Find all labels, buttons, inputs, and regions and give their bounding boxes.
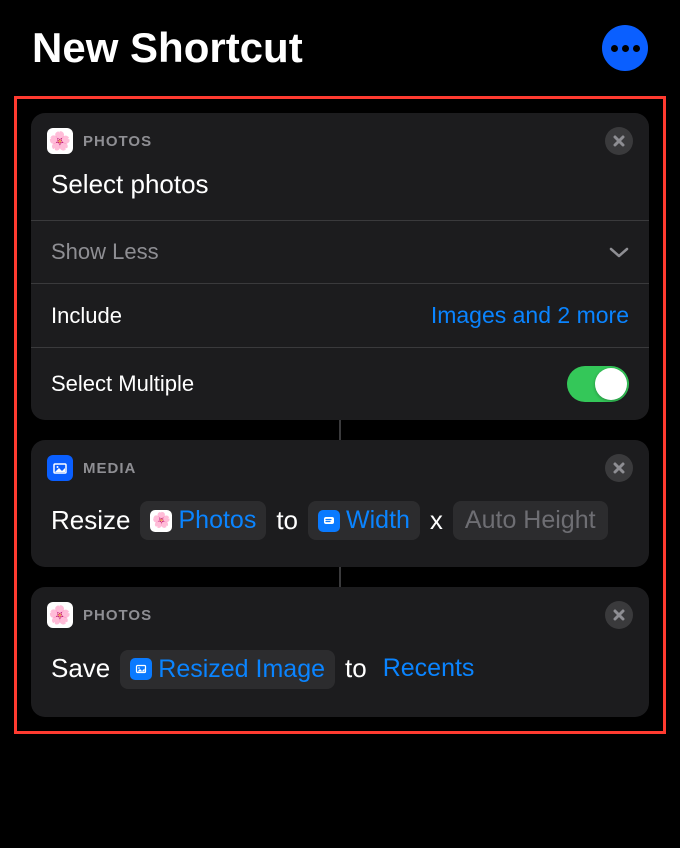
photos-app-icon: 🌸 xyxy=(47,128,73,154)
photos-variable-token[interactable]: 🌸 Photos xyxy=(140,501,266,540)
card-header: MEDIA xyxy=(31,440,649,490)
token-label: Width xyxy=(346,503,410,538)
header: New Shortcut xyxy=(0,0,680,88)
to-text: to xyxy=(276,496,298,545)
action-body: Save Resized Image to Recents xyxy=(31,637,649,717)
x-text: x xyxy=(430,496,443,545)
show-less-row[interactable]: Show Less xyxy=(31,220,649,283)
action-card-resize: MEDIA Resize 🌸 Photos to Width x Auto He… xyxy=(31,440,649,567)
toggle-knob xyxy=(595,368,627,400)
include-row[interactable]: Include Images and 2 more xyxy=(31,283,649,347)
card-header: 🌸 PHOTOS xyxy=(31,113,649,163)
close-icon xyxy=(613,609,625,621)
close-icon xyxy=(613,135,625,147)
actions-list: 🌸 PHOTOS Select photos Show Less Include… xyxy=(14,96,666,734)
page-title: New Shortcut xyxy=(32,24,303,72)
action-card-save: 🌸 PHOTOS Save Resized Image to Recents xyxy=(31,587,649,717)
show-less-label: Show Less xyxy=(51,239,159,265)
select-multiple-label: Select Multiple xyxy=(51,371,194,397)
height-placeholder-token[interactable]: Auto Height xyxy=(453,501,608,540)
app-label: MEDIA xyxy=(83,460,595,477)
select-multiple-toggle[interactable] xyxy=(567,366,629,402)
remove-action-button[interactable] xyxy=(605,127,633,155)
image-variable-icon xyxy=(130,658,152,680)
resized-image-variable-token[interactable]: Resized Image xyxy=(120,650,335,689)
destination-token[interactable]: Recents xyxy=(377,643,481,695)
remove-action-button[interactable] xyxy=(605,454,633,482)
token-label: Resized Image xyxy=(158,652,325,687)
card-header: 🌸 PHOTOS xyxy=(31,587,649,637)
verb-text: Save xyxy=(51,644,110,693)
width-variable-token[interactable]: Width xyxy=(308,501,420,540)
app-label: PHOTOS xyxy=(83,607,595,624)
to-text: to xyxy=(345,644,367,693)
token-label: Photos xyxy=(178,503,256,538)
action-body: Resize 🌸 Photos to Width x Auto Height xyxy=(31,490,649,567)
action-card-select-photos: 🌸 PHOTOS Select photos Show Less Include… xyxy=(31,113,649,420)
media-app-icon xyxy=(47,455,73,481)
app-label: PHOTOS xyxy=(83,133,595,150)
select-multiple-row: Select Multiple xyxy=(31,347,649,420)
photos-app-icon: 🌸 xyxy=(47,602,73,628)
remove-action-button[interactable] xyxy=(605,601,633,629)
chevron-down-icon xyxy=(609,246,629,258)
verb-text: Resize xyxy=(51,496,130,545)
include-value: Images and 2 more xyxy=(431,302,629,329)
photos-app-icon: 🌸 xyxy=(150,510,172,532)
close-icon xyxy=(613,462,625,474)
connector-line xyxy=(339,567,341,587)
connector-line xyxy=(339,420,341,440)
action-title: Select photos xyxy=(31,163,649,220)
include-label: Include xyxy=(51,303,122,329)
ask-input-icon xyxy=(318,510,340,532)
more-options-button[interactable] xyxy=(602,25,648,71)
